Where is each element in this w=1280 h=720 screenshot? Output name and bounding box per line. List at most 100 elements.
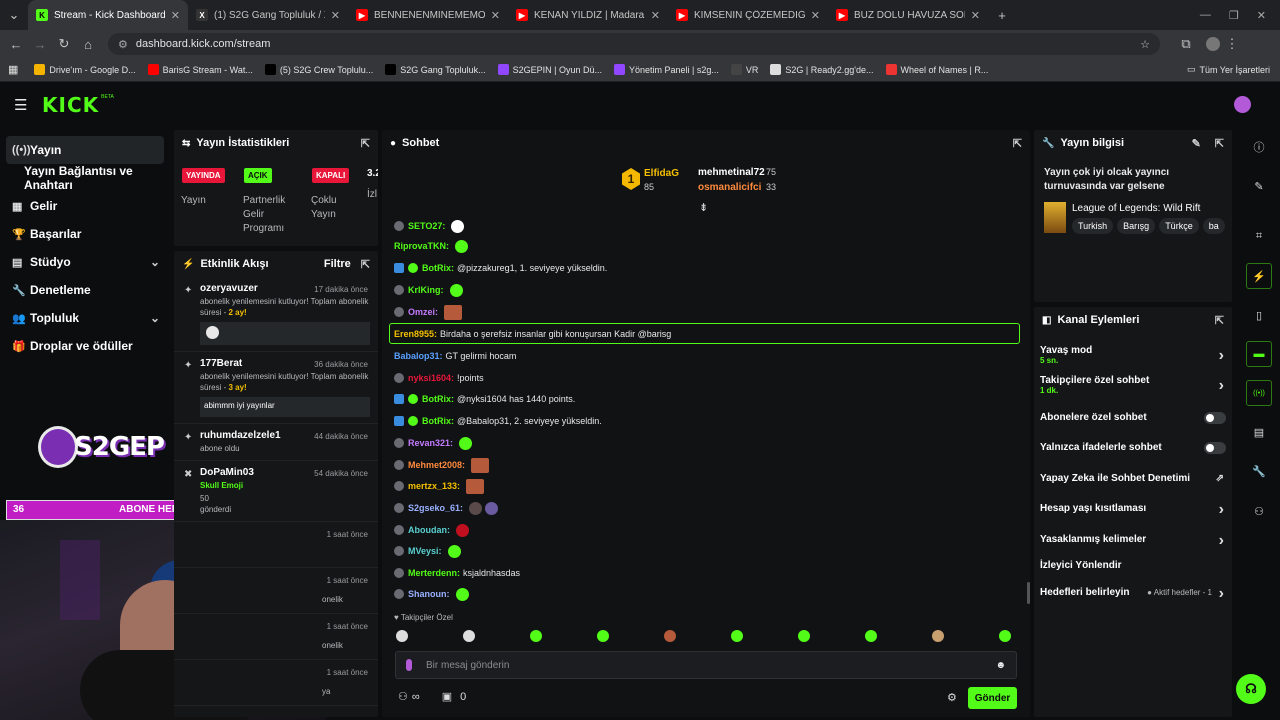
- activity-event[interactable]: ✖ DoPaMin03 54 dakika önce Skull Emoji 50 gön…: [174, 461, 378, 522]
- account-age-restriction-action[interactable]: Hesap yaşı kısıtlaması ›: [1040, 501, 1226, 518]
- emote-picker-icon[interactable]: [664, 630, 676, 642]
- chevron-right-icon[interactable]: ›: [1219, 377, 1224, 395]
- help-button[interactable]: ☊: [1236, 674, 1266, 704]
- stream-tag[interactable]: ba: [1202, 218, 1225, 234]
- chat-username[interactable]: Aboudan:: [408, 525, 450, 535]
- bookmark-item[interactable]: (5) S2G Crew Toplulu...: [264, 64, 373, 75]
- bookmark-item[interactable]: Drive'ım - Google D...: [34, 64, 136, 75]
- browser-tab[interactable]: X (1) S2G Gang Topluluk / X ✕: [188, 0, 348, 30]
- wrench-icon[interactable]: 🔧: [1246, 458, 1272, 484]
- kick-logo[interactable]: KICK: [42, 93, 99, 117]
- bookmark-item[interactable]: S2GEPIN | Oyun Dü...: [497, 64, 602, 75]
- home-icon[interactable]: ⌂: [76, 37, 100, 52]
- chat-icon[interactable]: ▬: [1246, 341, 1272, 367]
- chat-username[interactable]: Shanoun:: [408, 589, 450, 599]
- ai-moderation-action[interactable]: Yapay Zeka ile Sohbet Denetimi ⇗: [1040, 473, 1226, 484]
- new-tab-icon[interactable]: +: [988, 8, 1016, 23]
- chat-input[interactable]: Bir mesaj gönderin ☻: [395, 651, 1017, 679]
- emote-picker-icon[interactable]: [798, 630, 810, 642]
- stream-tag[interactable]: Barışg: [1117, 218, 1156, 234]
- emote-picker-icon[interactable]: [932, 630, 944, 642]
- popout-icon[interactable]: ⇱: [1013, 137, 1022, 150]
- browser-tab[interactable]: ▶ BUZ DOLU HAVUZA SON DÜŞE ✕: [828, 0, 988, 30]
- list-icon[interactable]: ▤: [1246, 419, 1272, 445]
- expand-leaderboard-icon[interactable]: ⇟: [699, 201, 708, 214]
- chevron-right-icon[interactable]: ›: [1219, 532, 1224, 550]
- popout-icon[interactable]: ⇱: [361, 258, 370, 271]
- bookmark-item[interactable]: VR: [730, 64, 758, 75]
- emote-picker-icon[interactable]: [597, 630, 609, 642]
- emote-picker-icon[interactable]: [865, 630, 877, 642]
- sidebar-item-drops[interactable]: 🎁 Droplar ve ödüller: [0, 332, 170, 360]
- chat-scrollbar[interactable]: [1027, 582, 1030, 604]
- set-goals-action[interactable]: Hedefleri belirleyin ● Aktif hedefler - 1…: [1040, 585, 1226, 602]
- close-tab-icon[interactable]: ✕: [651, 9, 660, 22]
- leader-name[interactable]: osmanalicifci: [698, 182, 761, 193]
- phone-icon[interactable]: ▯: [1246, 302, 1272, 328]
- bookmark-item[interactable]: Wheel of Names | R...: [885, 64, 988, 75]
- activity-event[interactable]: 1 saat önce onelik: [174, 568, 378, 614]
- tab-search-icon[interactable]: ⌄: [0, 7, 28, 23]
- bolt-icon[interactable]: ⚡: [1246, 263, 1272, 289]
- maximize-icon[interactable]: ❐: [1229, 9, 1239, 22]
- chevron-right-icon[interactable]: ›: [1219, 347, 1224, 365]
- close-tab-icon[interactable]: ✕: [811, 9, 820, 22]
- chat-username[interactable]: nyksi1604:: [408, 373, 454, 383]
- banned-words-action[interactable]: Yasaklanmış kelimeler ›: [1040, 532, 1226, 549]
- back-icon[interactable]: ←: [4, 37, 28, 52]
- close-window-icon[interactable]: ✕: [1257, 9, 1266, 22]
- chevron-right-icon[interactable]: ›: [1219, 501, 1224, 519]
- filter-button[interactable]: Filtre: [324, 258, 351, 270]
- emote-picker-icon[interactable]: [396, 630, 408, 642]
- emoji-icon[interactable]: ☻: [995, 660, 1006, 671]
- close-tab-icon[interactable]: ✕: [491, 9, 500, 22]
- gift-icon[interactable]: ▣: [442, 690, 452, 703]
- chat-settings-icon[interactable]: ⚙: [947, 691, 957, 704]
- sidebar-item-achievements[interactable]: 🏆 Başarılar: [0, 220, 170, 248]
- chat-username[interactable]: Revan321:: [408, 438, 453, 448]
- toggle-switch[interactable]: [1204, 442, 1226, 454]
- url-input[interactable]: ⚙ dashboard.kick.com/stream ☆: [108, 33, 1160, 55]
- popout-icon[interactable]: ⇱: [1215, 137, 1224, 150]
- chat-username[interactable]: mertzx_133:: [408, 481, 460, 491]
- toggle-switch[interactable]: [1204, 412, 1226, 424]
- chat-username[interactable]: S2gseko_61:: [408, 503, 463, 513]
- reload-icon[interactable]: ↻: [52, 36, 76, 52]
- emote-picker-icon[interactable]: [731, 630, 743, 642]
- browser-tab[interactable]: ▶ KİMSENİN ÇÖZEMEDİĞİ TARİH ✕: [668, 0, 828, 30]
- send-button[interactable]: Gönder: [968, 687, 1017, 709]
- browser-tab[interactable]: ▶ KENAN YILDIZ | Madara Olduk ✕: [508, 0, 668, 30]
- menu-icon[interactable]: ⋮: [1220, 36, 1244, 52]
- sidebar-item-stream[interactable]: ((•)) Yayın: [6, 136, 164, 164]
- close-tab-icon[interactable]: ✕: [331, 9, 340, 22]
- info-icon[interactable]: ⓘ: [1246, 134, 1272, 160]
- subscribers-only-chat-action[interactable]: Abonelere özel sohbet: [1040, 412, 1226, 424]
- leader-name[interactable]: mehmetinal72: [698, 167, 765, 178]
- forward-icon[interactable]: →: [28, 37, 52, 52]
- sidebar-item-moderation[interactable]: 🔧 Denetleme: [0, 276, 170, 304]
- chat-username[interactable]: BotRix:: [422, 394, 454, 404]
- slow-mode-action[interactable]: Yavaş mod 5 sn. ›: [1040, 345, 1226, 365]
- emote-picker-icon[interactable]: [530, 630, 542, 642]
- edit-icon[interactable]: ✎: [1192, 137, 1201, 150]
- activity-event[interactable]: 1 saat önce ya: [174, 660, 378, 706]
- chat-username[interactable]: SETO27:: [408, 221, 445, 231]
- users-icon[interactable]: ⚇: [1246, 498, 1272, 524]
- chat-username[interactable]: RiprovaTKN:: [394, 241, 449, 251]
- stream-tag[interactable]: Turkish: [1072, 218, 1114, 234]
- followers-only-chat-action[interactable]: Takipçilere özel sohbet 1 dk. ›: [1040, 375, 1226, 395]
- bookmark-star-icon[interactable]: ☆: [1140, 38, 1150, 51]
- extensions-icon[interactable]: ⧉: [1174, 36, 1198, 52]
- close-tab-icon[interactable]: ✕: [971, 9, 980, 22]
- bookmark-item[interactable]: S2G | Ready2.gg'de...: [770, 64, 874, 75]
- sidebar-item-revenue[interactable]: ▦ Gelir: [0, 192, 170, 220]
- minimize-icon[interactable]: —: [1200, 9, 1211, 22]
- category-name[interactable]: League of Legends: Wild Rift: [1072, 203, 1200, 214]
- bookmark-item[interactable]: S2G Gang Topluluk...: [385, 64, 486, 75]
- user-avatar[interactable]: [1234, 96, 1251, 113]
- chevron-down-icon[interactable]: ⌄: [150, 255, 160, 269]
- chevron-down-icon[interactable]: ⌄: [150, 311, 160, 325]
- chat-username[interactable]: Merterdenn:: [408, 568, 460, 578]
- chat-username[interactable]: MVeysi:: [408, 546, 442, 556]
- site-info-icon[interactable]: ⚙: [118, 38, 128, 51]
